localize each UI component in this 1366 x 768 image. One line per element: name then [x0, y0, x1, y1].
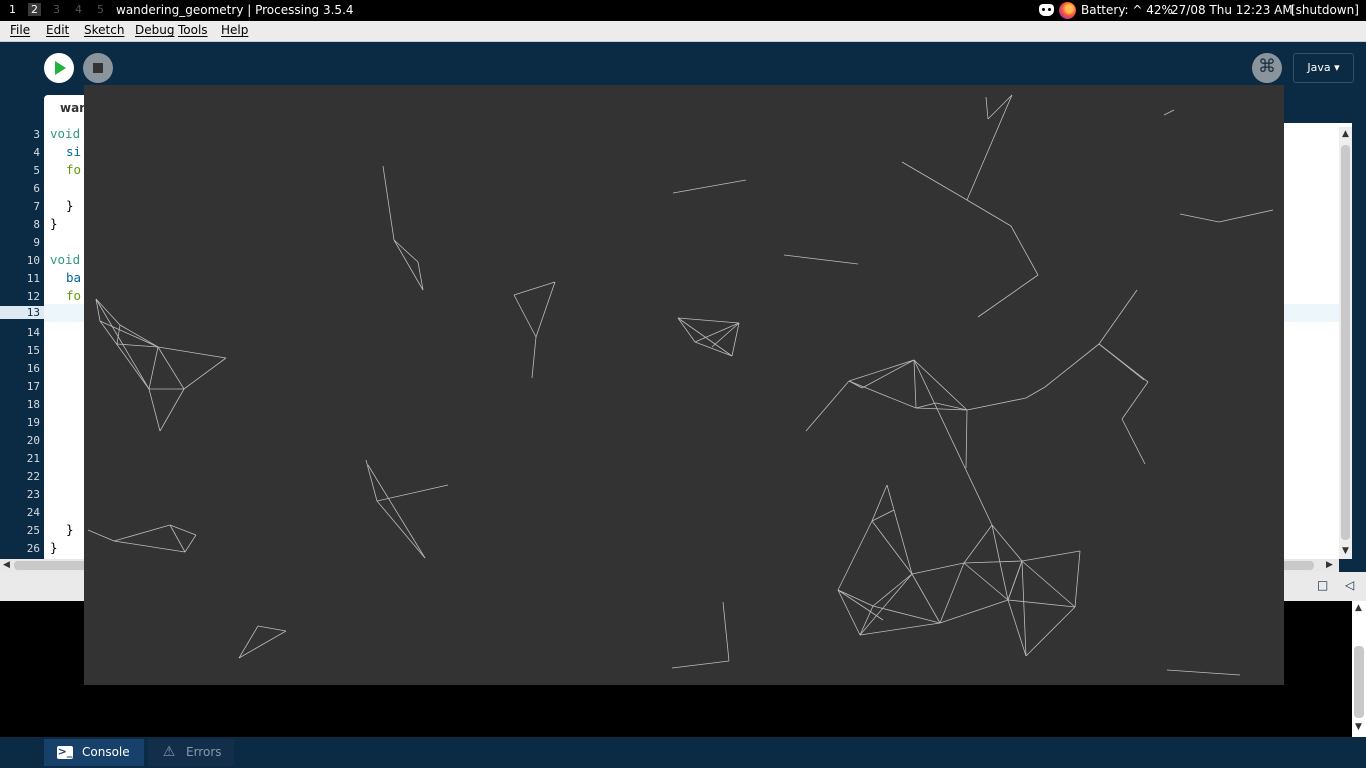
- scroll-down-arrow-icon[interactable]: ▼: [1342, 546, 1349, 556]
- code-line: si: [66, 144, 82, 159]
- scrollbar-thumb[interactable]: [1354, 646, 1364, 718]
- line-number-gutter: 3 4 5 6 7 8 9 10 11 12 13 14 15 16 17 18…: [0, 123, 44, 559]
- code-line: ba: [66, 270, 82, 285]
- clock: 27/08 Thu 12:23 AM: [1171, 3, 1293, 17]
- window-title: wandering_geometry | Processing 3.5.4: [116, 3, 354, 17]
- workspace-4[interactable]: 4: [75, 3, 82, 16]
- menu-sketch[interactable]: Sketch: [84, 23, 124, 37]
- console-scrollbar[interactable]: ▲ ▼: [1352, 601, 1366, 737]
- menu-file[interactable]: File: [10, 23, 30, 37]
- debugger-button[interactable]: [1252, 53, 1282, 83]
- line-number: 6: [33, 182, 40, 195]
- sketch-canvas[interactable]: [84, 85, 1284, 685]
- editor-vertical-scrollbar[interactable]: ▲ ▼: [1339, 127, 1352, 559]
- line-number: 25: [26, 524, 40, 537]
- scroll-right-arrow-icon[interactable]: ▶: [1326, 560, 1333, 570]
- console-icon: >_: [57, 745, 73, 759]
- line-number: 10: [26, 254, 40, 267]
- sketch-window[interactable]: [84, 85, 1284, 685]
- line-number: 11: [26, 272, 40, 285]
- scrollbar-thumb[interactable]: [1341, 145, 1350, 540]
- code-line: }: [50, 540, 58, 555]
- mode-selector[interactable]: Java ▾: [1293, 53, 1354, 83]
- menu-bar: File Edit Sketch Debug Tools Help: [0, 21, 1366, 42]
- shutdown-button[interactable]: [shutdown]: [1291, 3, 1359, 17]
- workspace-1[interactable]: 1: [9, 3, 16, 16]
- line-number: 5: [33, 164, 40, 177]
- current-line-number: 13: [0, 306, 44, 319]
- line-number: 19: [26, 416, 40, 429]
- line-number: 15: [26, 344, 40, 357]
- menu-edit[interactable]: Edit: [46, 23, 69, 37]
- menu-help[interactable]: Help: [221, 23, 248, 37]
- line-number: 14: [26, 326, 40, 339]
- line-number: 7: [33, 200, 40, 213]
- tab-errors[interactable]: ⚠ Errors: [148, 739, 234, 766]
- tab-console[interactable]: >_ Console: [44, 739, 144, 766]
- line-number: 17: [26, 380, 40, 393]
- line-number: 9: [33, 236, 40, 249]
- line-number: 20: [26, 434, 40, 447]
- line-number: 8: [33, 218, 40, 231]
- battery-status: Battery: ^ 42%: [1081, 3, 1173, 17]
- code-line: }: [50, 216, 58, 231]
- tab-errors-label: Errors: [186, 745, 222, 759]
- workspace-3[interactable]: 3: [53, 3, 60, 16]
- scroll-left-arrow-icon[interactable]: ◀: [3, 560, 10, 570]
- line-number: 4: [33, 146, 40, 159]
- line-number: 22: [26, 470, 40, 483]
- scroll-up-arrow-icon[interactable]: ▲: [1355, 603, 1362, 613]
- scroll-down-arrow-icon[interactable]: ▼: [1355, 722, 1362, 732]
- tab-console-label: Console: [82, 745, 130, 759]
- geometry-lines: [87, 94, 1274, 676]
- line-number: 16: [26, 362, 40, 375]
- line-number: 23: [26, 488, 40, 501]
- firefox-icon[interactable]: [1059, 2, 1076, 19]
- line-number: 18: [26, 398, 40, 411]
- code-line: fo: [66, 162, 82, 177]
- line-number: 3: [33, 128, 40, 141]
- discord-icon[interactable]: [1039, 4, 1054, 16]
- code-line: void: [50, 252, 81, 267]
- console-minimize-icon[interactable]: □: [1317, 578, 1328, 592]
- line-number: 24: [26, 506, 40, 519]
- code-line: fo: [66, 288, 82, 303]
- menu-tools[interactable]: Tools: [178, 23, 208, 37]
- scroll-up-arrow-icon[interactable]: ▲: [1342, 129, 1349, 139]
- line-number: 21: [26, 452, 40, 465]
- menu-debug[interactable]: Debug: [135, 23, 174, 37]
- code-line: }: [66, 198, 74, 213]
- line-number: 26: [26, 542, 40, 555]
- code-line: void: [50, 126, 81, 141]
- stop-button[interactable]: [83, 53, 113, 83]
- workspace-5[interactable]: 5: [97, 3, 104, 16]
- console-collapse-icon[interactable]: ◁: [1345, 578, 1354, 592]
- line-number: 12: [26, 290, 40, 303]
- workspace-2[interactable]: 2: [28, 3, 41, 16]
- run-button[interactable]: [44, 53, 74, 83]
- system-top-bar: 1 2 3 4 5 wandering_geometry | Processin…: [0, 0, 1366, 21]
- code-line: }: [66, 522, 74, 537]
- warning-icon: ⚠: [162, 744, 176, 760]
- console-tab-bar: >_ Console ⚠ Errors: [0, 737, 1366, 768]
